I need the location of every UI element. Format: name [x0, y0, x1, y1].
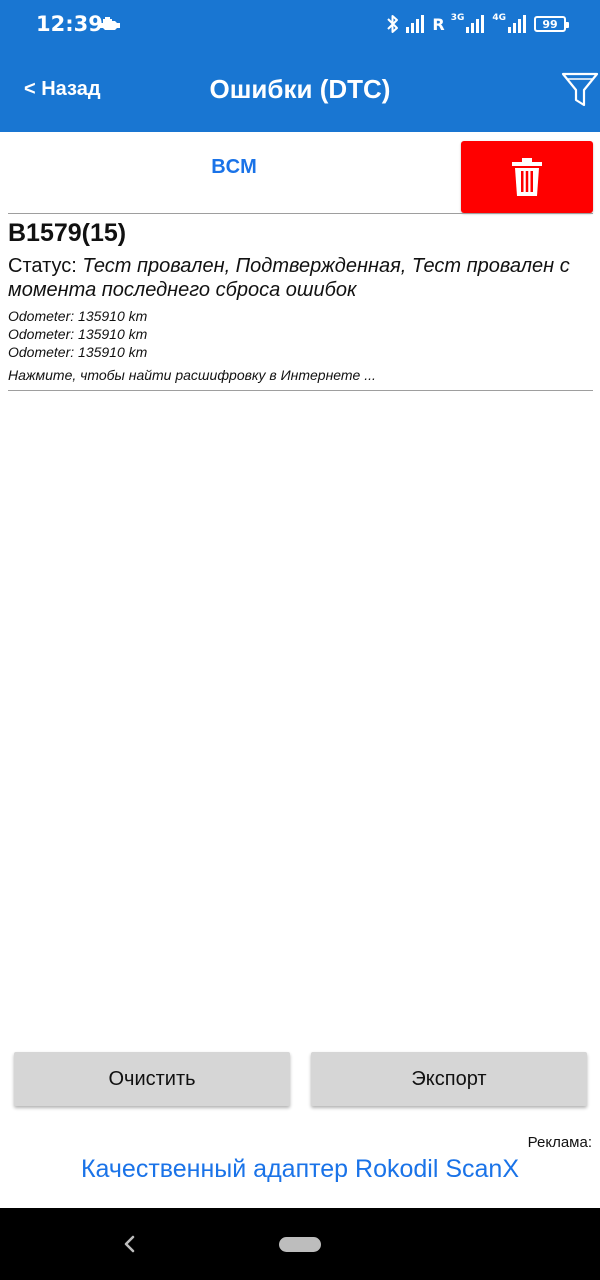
error-status: Статус: Тест провален, Подтвержденная, Т… — [8, 254, 593, 302]
system-nav-bar — [0, 1208, 600, 1280]
ad-link[interactable]: Качественный адаптер Rokodil ScanX — [0, 1155, 600, 1184]
app-bar: < Назад Ошибки (DTC) — [0, 48, 600, 132]
battery-level: 99 — [542, 17, 558, 31]
nav-back-icon[interactable] — [118, 1232, 142, 1256]
status-label: Статус: — [8, 255, 83, 277]
delete-button[interactable] — [461, 141, 593, 213]
odometer-reading: Odometer: 135910 km — [8, 326, 148, 342]
status-icons: R 3G 4G 99 — [386, 12, 569, 36]
divider — [8, 213, 593, 214]
module-name[interactable]: BCM — [8, 156, 460, 179]
search-online-link[interactable]: Нажмите, чтобы найти расшифровку в Интер… — [8, 366, 593, 384]
engine-icon — [100, 17, 120, 30]
odometer-list: Odometer: 135910 km Odometer: 135910 km … — [8, 307, 593, 361]
network-type-3g: 3G — [450, 13, 465, 23]
odometer-reading: Odometer: 135910 km — [8, 308, 148, 324]
signal-icon — [508, 15, 526, 33]
status-bar: 12:39 R 3G 4G 99 — [0, 0, 600, 48]
signal-icon — [466, 15, 485, 33]
status-time: 12:39 — [36, 12, 103, 36]
roaming-indicator: R — [432, 14, 445, 34]
module-row: BCM — [0, 132, 600, 214]
bluetooth-icon — [387, 15, 399, 33]
signal-icon — [406, 15, 425, 33]
error-item[interactable]: B1579(15) Статус: Тест провален, Подтвер… — [8, 216, 593, 384]
trash-icon — [512, 158, 542, 196]
ad-label: Реклама: — [527, 1134, 592, 1151]
filter-icon[interactable] — [560, 68, 600, 112]
battery-icon: 99 — [534, 16, 569, 32]
divider — [8, 390, 593, 391]
nav-home-pill[interactable] — [279, 1237, 321, 1252]
odometer-reading: Odometer: 135910 km — [8, 344, 148, 360]
error-code: B1579(15) — [8, 219, 127, 247]
status-value: Тест провален, Подтвержденная, Тест пров… — [8, 255, 570, 301]
clear-button[interactable]: Очистить — [14, 1052, 290, 1106]
network-type-4g: 4G — [492, 13, 506, 23]
export-button[interactable]: Экспорт — [311, 1052, 587, 1106]
page-title: Ошибки (DTC) — [209, 74, 391, 104]
